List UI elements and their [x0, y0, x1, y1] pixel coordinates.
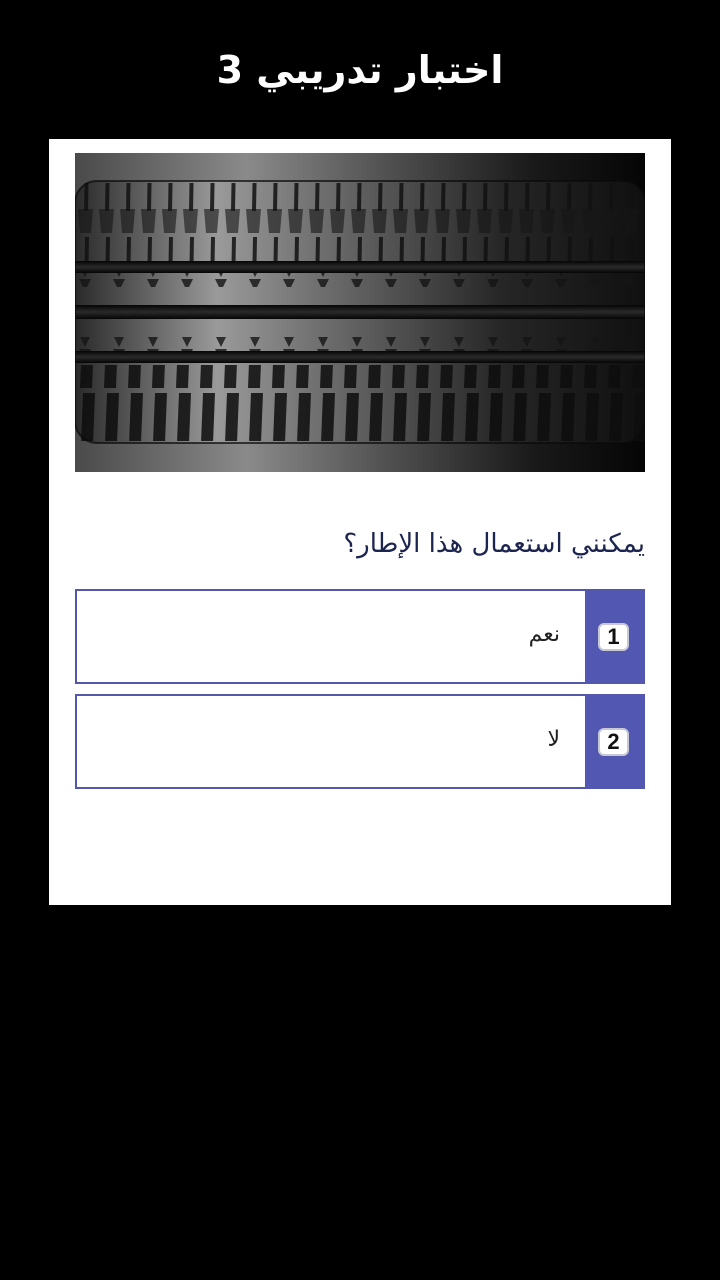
answer-option-1[interactable]: 1 نعم	[75, 589, 645, 684]
answer-option-2[interactable]: 2 لا	[75, 694, 645, 789]
answer-text: نعم	[528, 622, 560, 647]
question-card: يمكنني استعمال هذا الإطار؟ 1 نعم 2 لا	[49, 139, 671, 905]
answer-text: لا	[547, 727, 560, 752]
tire-tread-image	[75, 153, 645, 472]
question-text: يمكنني استعمال هذا الإطار؟	[343, 529, 645, 559]
answer-number-box: 2	[585, 696, 643, 787]
page-title: اختبار تدريبي 3	[216, 48, 504, 92]
answer-number-badge: 1	[598, 623, 629, 651]
answer-number-badge: 2	[598, 728, 629, 756]
answer-number-box: 1	[585, 591, 643, 682]
